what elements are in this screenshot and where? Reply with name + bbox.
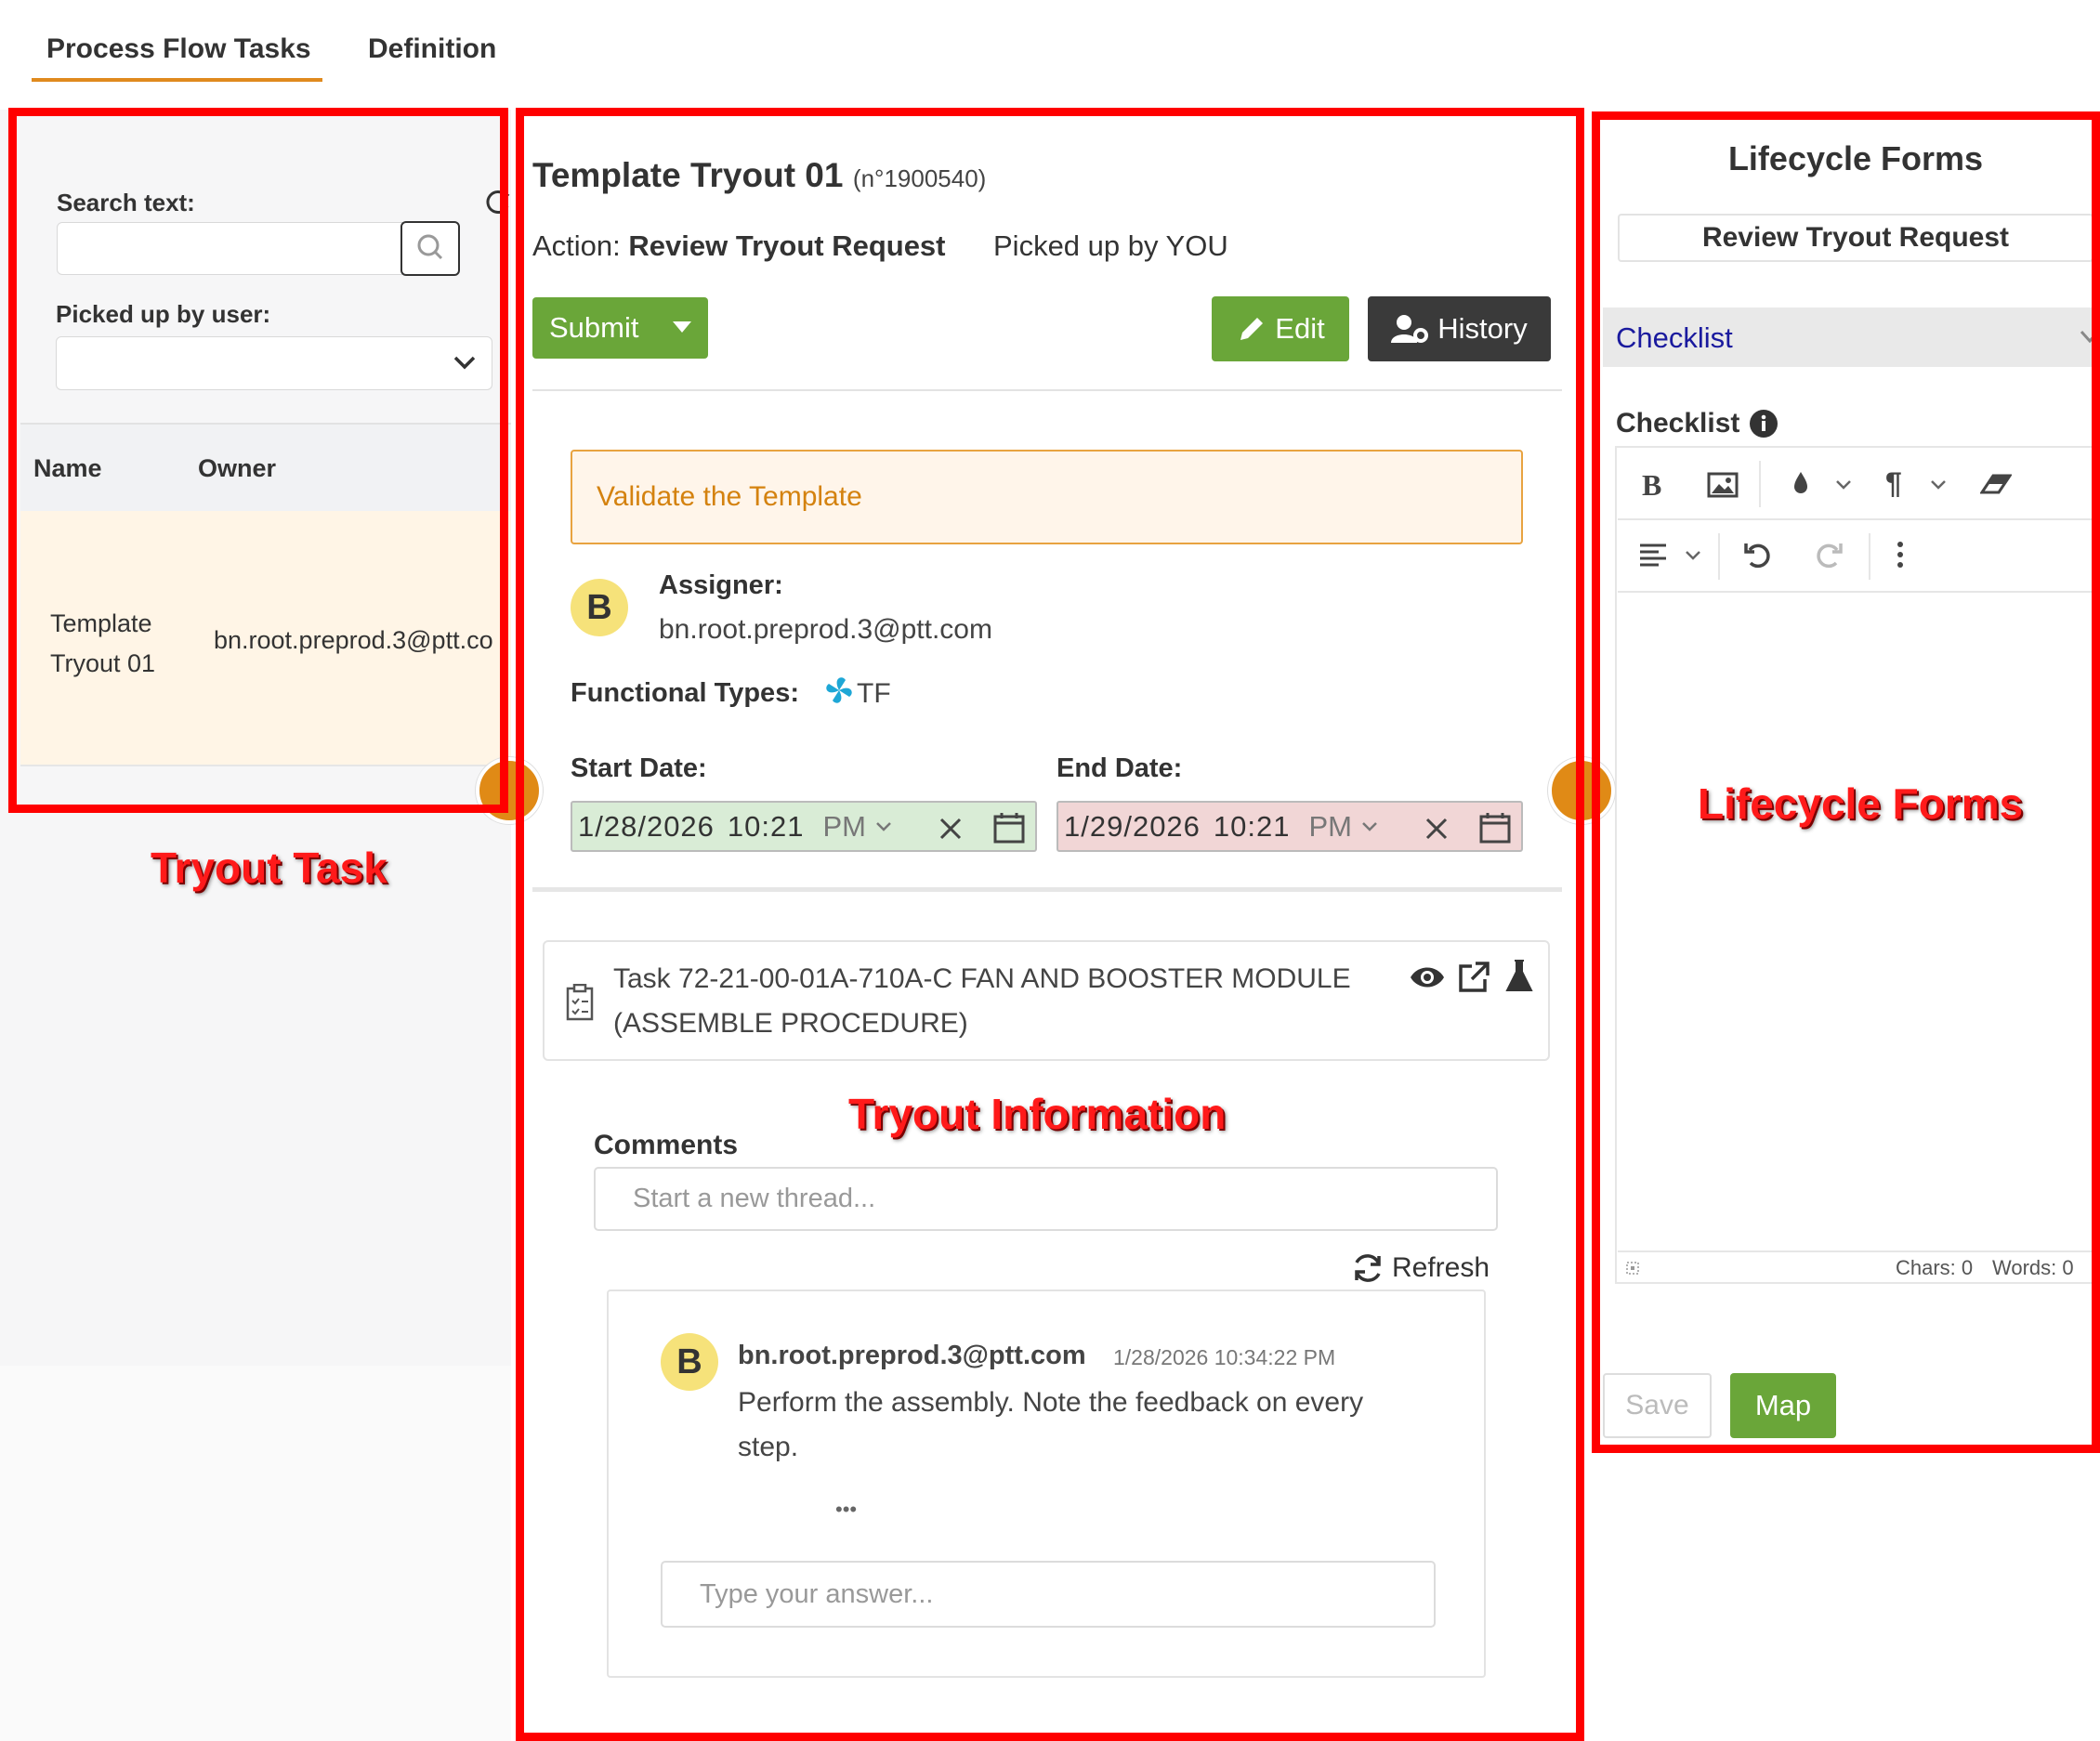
annotation-label-tryout-information: Tryout Information (848, 1090, 1227, 1138)
annotation-frame-tryout-task (8, 108, 508, 813)
annotation-label-lifecycle-forms: Lifecycle Forms (1698, 779, 2024, 828)
annotation-label-tryout-task: Tryout Task (151, 844, 387, 892)
tab-definition[interactable]: Definition (353, 30, 511, 69)
tab-process-flow-tasks[interactable]: Process Flow Tasks (32, 30, 326, 69)
task-list-empty-area (0, 1366, 511, 1741)
annotation-frame-tryout-information (516, 108, 1584, 1741)
active-tab-indicator (32, 78, 322, 82)
